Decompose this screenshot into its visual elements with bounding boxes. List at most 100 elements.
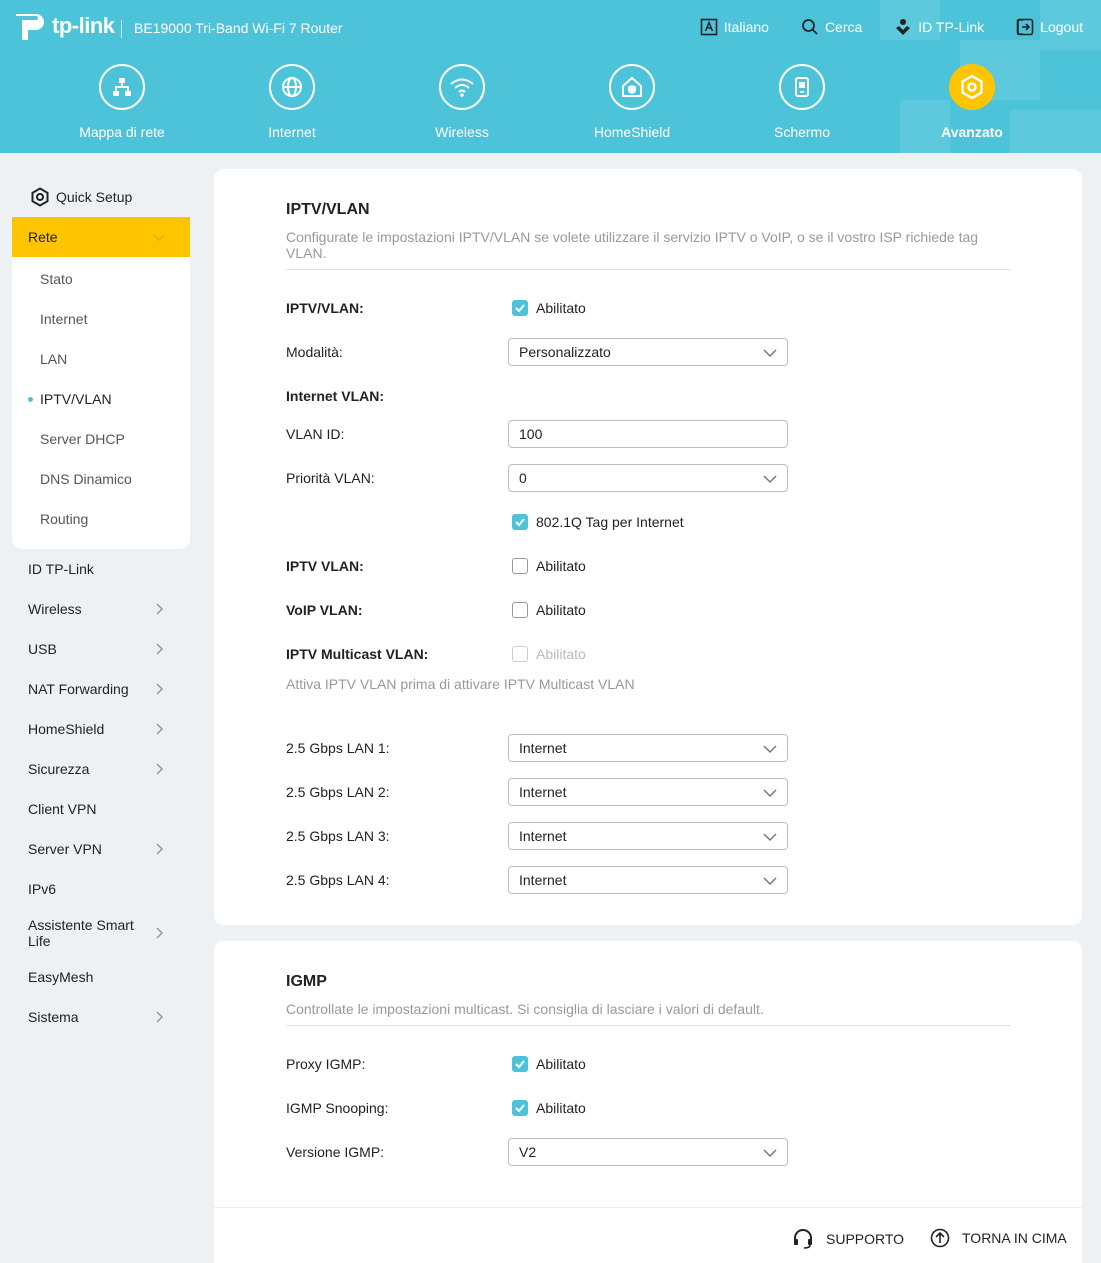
- chevron-right-icon: [156, 843, 164, 855]
- tplink-id-icon: [896, 19, 911, 35]
- sidebar-item-ipv6[interactable]: IPv6: [28, 881, 178, 897]
- language-icon: [700, 18, 718, 36]
- tplink-id-link[interactable]: ID TP-Link: [894, 18, 984, 36]
- tab-network-map[interactable]: Mappa di rete: [37, 64, 207, 140]
- logout-link[interactable]: Logout: [1016, 18, 1083, 36]
- lan2-select[interactable]: Internet: [508, 778, 788, 806]
- chevron-down-icon: [763, 833, 777, 842]
- sidebar-item-smart-life[interactable]: Assistente Smart Life: [28, 917, 164, 949]
- iptv-section-title: IPTV/VLAN: [286, 201, 370, 218]
- tag-8021q-checkbox[interactable]: 802.1Q Tag per Internet: [512, 514, 684, 530]
- checkbox-label: 802.1Q Tag per Internet: [536, 514, 684, 530]
- sidebar-item-nat-forwarding[interactable]: NAT Forwarding: [28, 681, 178, 697]
- search-icon: [802, 19, 818, 35]
- sidebar-item-server-vpn[interactable]: Server VPN: [28, 841, 178, 857]
- quick-setup-label: Quick Setup: [56, 189, 133, 205]
- tab-wireless[interactable]: Wireless: [377, 64, 547, 140]
- checkbox-checked-icon: [512, 300, 528, 316]
- tplink-logo-icon: [12, 8, 48, 44]
- mode-select-value: Personalizzato: [519, 344, 611, 360]
- mode-select[interactable]: Personalizzato: [508, 338, 788, 366]
- sidebar-item-id-tplink[interactable]: ID TP-Link: [28, 561, 178, 577]
- vlan-id-label: VLAN ID:: [286, 426, 345, 442]
- search-link[interactable]: Cerca: [801, 18, 862, 36]
- tab-screen-label: Schermo: [773, 124, 831, 140]
- tab-advanced[interactable]: Avanzato: [887, 64, 1057, 140]
- igmp-version-select[interactable]: V2: [508, 1138, 788, 1166]
- gear-icon: [961, 74, 983, 100]
- checkbox-label: Abilitato: [536, 1100, 586, 1116]
- router-model: BE19000 Tri-Band Wi-Fi 7 Router: [134, 20, 343, 36]
- igmp-section-title: IGMP: [286, 973, 327, 990]
- checkbox-checked-icon: [512, 1100, 528, 1116]
- lan3-value: Internet: [519, 828, 567, 844]
- lan4-select[interactable]: Internet: [508, 866, 788, 894]
- wifi-icon: [450, 78, 474, 97]
- lan3-select[interactable]: Internet: [508, 822, 788, 850]
- sidebar-item-label: Assistente Smart Life: [28, 917, 134, 949]
- globe-icon: [282, 77, 302, 97]
- sidebar-item-sistema[interactable]: Sistema: [28, 1009, 178, 1025]
- chevron-right-icon: [156, 643, 164, 655]
- sidebar-subitem-dns-dinamico[interactable]: DNS Dinamico: [40, 471, 132, 487]
- iptv-vlan-checkbox[interactable]: Abilitato: [512, 300, 586, 316]
- sidebar-item-label: HomeShield: [28, 721, 105, 737]
- back-to-top-link[interactable]: TORNA IN CIMA: [930, 1228, 1067, 1248]
- screen-icon: [795, 77, 809, 97]
- sidebar-item-client-vpn[interactable]: Client VPN: [28, 801, 178, 817]
- lan3-label: 2.5 Gbps LAN 3:: [286, 828, 390, 844]
- sidebar-item-sicurezza[interactable]: Sicurezza: [28, 761, 178, 777]
- iptv-vlan2-checkbox[interactable]: Abilitato: [512, 558, 586, 574]
- tab-homeshield-label: HomeShield: [593, 124, 671, 140]
- checkbox-label: Abilitato: [536, 646, 586, 662]
- vlan-id-input[interactable]: 100: [508, 420, 788, 448]
- checkbox-checked-icon: [512, 1056, 528, 1072]
- sidebar-subitem-server-dhcp[interactable]: Server DHCP: [40, 431, 125, 447]
- sidebar-item-easymesh[interactable]: EasyMesh: [28, 969, 178, 985]
- quick-setup-link[interactable]: Quick Setup: [30, 187, 132, 207]
- sidebar-subitem-stato[interactable]: Stato: [40, 271, 73, 287]
- chevron-right-icon: [156, 723, 164, 735]
- chevron-down-icon: [763, 745, 777, 754]
- checkbox-label: Abilitato: [536, 558, 586, 574]
- sidebar-subitem-routing[interactable]: Routing: [40, 511, 88, 527]
- language-label: Italiano: [723, 19, 769, 35]
- checkbox-unchecked-icon: [512, 602, 528, 618]
- chevron-down-icon: [153, 234, 165, 242]
- sidebar-item-usb[interactable]: USB: [28, 641, 178, 657]
- active-indicator-dot: [28, 397, 33, 402]
- chevron-right-icon: [156, 683, 164, 695]
- sidebar-subitem-iptv-vlan[interactable]: IPTV/VLAN: [40, 391, 112, 407]
- sidebar-item-rete-label: Rete: [28, 229, 58, 245]
- lan1-select[interactable]: Internet: [508, 734, 788, 762]
- tab-homeshield[interactable]: HomeShield: [547, 64, 717, 140]
- chevron-right-icon: [156, 603, 164, 615]
- sidebar-item-rete[interactable]: Rete: [12, 217, 190, 257]
- sidebar-subitem-internet[interactable]: Internet: [40, 311, 87, 327]
- language-link[interactable]: Italiano: [700, 18, 769, 36]
- chevron-down-icon: [763, 1149, 777, 1158]
- igmp-snooping-label: IGMP Snooping:: [286, 1100, 389, 1116]
- checkbox-checked-icon: [512, 514, 528, 530]
- page-footer: SUPPORTO TORNA IN CIMA: [214, 1207, 1082, 1263]
- chevron-down-icon: [763, 475, 777, 484]
- chevron-down-icon: [763, 789, 777, 798]
- vlan-priority-select[interactable]: 0: [508, 464, 788, 492]
- tab-internet[interactable]: Internet: [207, 64, 377, 140]
- proxy-igmp-checkbox[interactable]: Abilitato: [512, 1056, 586, 1072]
- tab-screen[interactable]: Schermo: [717, 64, 887, 140]
- tplink-logo[interactable]: tp-link: [12, 8, 115, 44]
- igmp-snooping-checkbox[interactable]: Abilitato: [512, 1100, 586, 1116]
- checkbox-unchecked-icon: [512, 558, 528, 574]
- sidebar-item-label: Wireless: [28, 601, 82, 617]
- sidebar-subitem-lan[interactable]: LAN: [40, 351, 67, 367]
- top-header: tp-link BE19000 Tri-Band Wi-Fi 7 Router …: [0, 0, 1101, 153]
- support-link[interactable]: SUPPORTO: [792, 1228, 904, 1250]
- sidebar-item-label: NAT Forwarding: [28, 681, 129, 697]
- logout-label: Logout: [1040, 19, 1083, 35]
- sidebar-item-homeshield[interactable]: HomeShield: [28, 721, 178, 737]
- sidebar-item-wireless[interactable]: Wireless: [28, 601, 178, 617]
- voip-vlan-checkbox[interactable]: Abilitato: [512, 602, 586, 618]
- vlan-priority-value: 0: [519, 470, 527, 486]
- sidebar-item-label: IPv6: [28, 881, 57, 897]
